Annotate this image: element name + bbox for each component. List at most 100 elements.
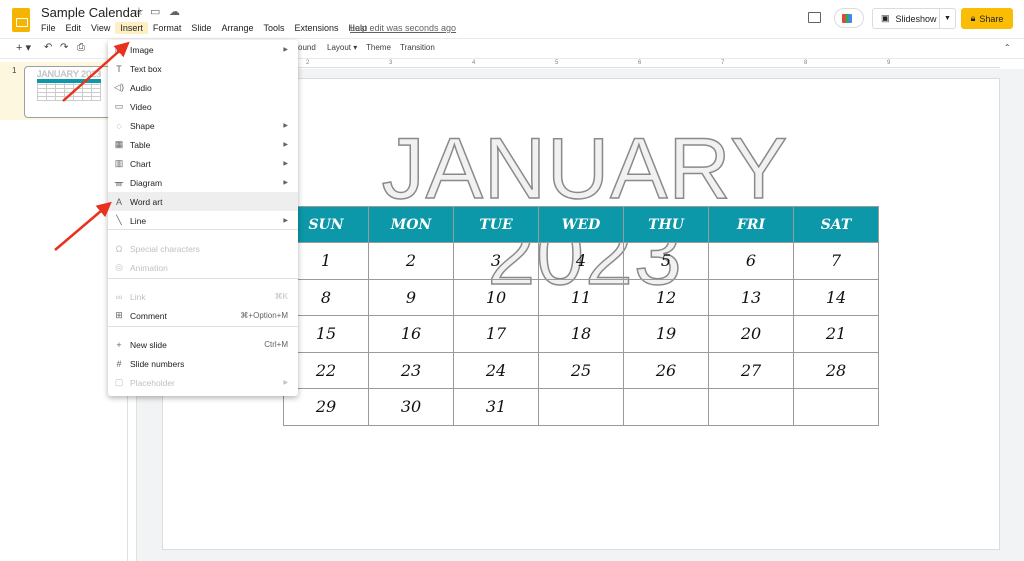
date-cell[interactable] <box>708 388 794 426</box>
calendar-table[interactable]: SUN MON TUE WED THU FRI SAT 1 2 3 4 5 6 7 8 9 10 11 12 13 14… <box>283 206 879 426</box>
layout-button[interactable]: Layout ▾ <box>327 43 357 52</box>
slide-thumbnail[interactable]: JANUARY 2023 <box>24 66 116 118</box>
menu-item-text-box[interactable]: T Text box <box>108 59 298 78</box>
menubar: File Edit View Insert Format Slide Arrange Tool… <box>36 22 372 34</box>
date-cell[interactable]: 10 <box>453 278 539 316</box>
date-cell[interactable]: 26 <box>623 351 709 389</box>
menu-item-diagram[interactable]: ᚃ Diagram ▶ <box>108 173 298 192</box>
print-icon[interactable]: ⎙ <box>77 42 85 53</box>
date-cell[interactable]: 3 <box>453 242 539 280</box>
undo-icon[interactable]: ↶ <box>44 42 52 53</box>
week-row: 1234567 <box>283 242 879 280</box>
date-cell[interactable]: 6 <box>708 242 794 280</box>
menu-arrange[interactable]: Arrange <box>216 22 258 34</box>
theme-button[interactable]: Theme <box>366 43 391 52</box>
new-slide-icon[interactable]: + ▾ <box>16 41 31 54</box>
comment-history-icon[interactable] <box>808 12 821 23</box>
submenu-arrow-icon: ▶ <box>283 180 288 186</box>
week-row: 15 16 17 18 19 20 21 <box>283 315 879 353</box>
comment-icon: ⊞ <box>115 310 123 320</box>
submenu-arrow-icon: ▶ <box>283 380 288 386</box>
date-cell[interactable]: 7 <box>793 242 879 280</box>
slides-logo[interactable] <box>12 8 30 32</box>
date-cell[interactable]: 13 <box>708 278 794 316</box>
move-folder-icon[interactable]: ▭ <box>150 5 160 18</box>
menu-slide[interactable]: Slide <box>186 22 216 34</box>
ruler-mark: 6 <box>638 60 642 66</box>
date-cell[interactable] <box>538 388 624 426</box>
menu-file[interactable]: File <box>36 22 61 34</box>
star-icon[interactable]: ☆ <box>134 5 144 18</box>
thumbnail-grid <box>37 83 101 101</box>
week-row: 8 9 10 11 12 13 14 <box>283 278 879 316</box>
menu-tools[interactable]: Tools <box>258 22 289 34</box>
slide-number: 1 <box>12 66 17 75</box>
menu-item-table[interactable]: ▦ Table ▶ <box>108 135 298 154</box>
ruler-mark: 7 <box>721 60 725 66</box>
date-cell[interactable]: 23 <box>368 351 454 389</box>
date-cell[interactable]: 16 <box>368 315 454 353</box>
date-cell[interactable]: 31 <box>453 388 539 426</box>
menu-item-image[interactable]: ▣ Image ▶ <box>108 40 298 59</box>
menu-item-shape[interactable]: ◌ Shape ▶ <box>108 116 298 135</box>
date-cell[interactable]: 2 <box>368 242 454 280</box>
date-cell[interactable]: 11 <box>538 278 624 316</box>
background-button[interactable]: ound <box>298 43 316 52</box>
last-edit-link[interactable]: Last edit was seconds ago <box>350 23 456 33</box>
menu-item-label: Placeholder <box>130 377 175 388</box>
submenu-arrow-icon: ▶ <box>283 142 288 148</box>
menu-item-new-slide[interactable]: + New slide Ctrl+M <box>108 335 298 354</box>
share-button[interactable]: 🔒︎ Share <box>961 8 1013 29</box>
redo-icon[interactable]: ↷ <box>60 42 68 53</box>
slideshow-button[interactable]: ▣ Slideshow ▼ <box>872 8 956 29</box>
menu-item-label: Slide numbers <box>130 358 185 369</box>
date-cell[interactable]: 4 <box>538 242 624 280</box>
cloud-status-icon[interactable]: ☁ <box>169 5 180 18</box>
date-cell[interactable]: 12 <box>623 278 709 316</box>
slideshow-label: Slideshow <box>895 13 937 24</box>
transition-button[interactable]: Transition <box>400 43 435 52</box>
menu-item-label: Link <box>130 291 146 302</box>
date-cell[interactable]: 21 <box>793 315 879 353</box>
date-cell[interactable]: 25 <box>538 351 624 389</box>
ruler-mark: 8 <box>804 60 808 66</box>
animation-icon: ◎ <box>115 262 123 272</box>
date-cell[interactable] <box>793 388 879 426</box>
slideshow-dropdown[interactable]: ▼ <box>939 9 955 28</box>
date-cell[interactable]: 14 <box>793 278 879 316</box>
date-cell[interactable]: 20 <box>708 315 794 353</box>
menu-item-chart[interactable]: ▥ Chart ▶ <box>108 154 298 173</box>
menu-insert[interactable]: Insert <box>115 22 148 34</box>
meet-button[interactable] <box>834 8 864 28</box>
table-icon: ▦ <box>114 139 124 149</box>
date-cell[interactable]: 18 <box>538 315 624 353</box>
menu-item-audio[interactable]: ◁) Audio <box>108 78 298 97</box>
menu-item-video[interactable]: ▭ Video <box>108 97 298 116</box>
day-header: MON <box>368 206 454 243</box>
menu-extensions[interactable]: Extensions <box>289 22 343 34</box>
date-cell[interactable]: 24 <box>453 351 539 389</box>
collapse-toolbar-icon[interactable]: ⌃ <box>1004 43 1011 52</box>
date-cell[interactable]: 19 <box>623 315 709 353</box>
date-cell[interactable]: 17 <box>453 315 539 353</box>
date-cell[interactable]: 30 <box>368 388 454 426</box>
date-cell[interactable] <box>623 388 709 426</box>
menu-edit[interactable]: Edit <box>61 22 87 34</box>
document-title[interactable]: Sample Calendar <box>41 5 141 20</box>
menu-view[interactable]: View <box>86 22 115 34</box>
menu-item-link: ∞ Link ⌘K <box>108 287 298 306</box>
menu-item-label: Image <box>130 44 154 55</box>
menu-format[interactable]: Format <box>148 22 187 34</box>
menu-item-slide-numbers[interactable]: # Slide numbers <box>108 354 298 373</box>
menu-item-comment[interactable]: ⊞ Comment ⌘+Option+M <box>108 306 298 325</box>
menu-item-word-art[interactable]: A Word art <box>108 192 298 211</box>
date-cell[interactable]: 27 <box>708 351 794 389</box>
submenu-arrow-icon: ▶ <box>283 123 288 129</box>
date-cell[interactable]: 28 <box>793 351 879 389</box>
video-icon: ▭ <box>114 101 124 111</box>
ruler-mark: 3 <box>389 60 393 66</box>
date-cell[interactable]: 9 <box>368 278 454 316</box>
menu-item-line[interactable]: ╲ Line ▶ <box>108 211 298 230</box>
ruler-mark: 2 <box>306 60 310 66</box>
date-cell[interactable]: 5 <box>623 242 709 280</box>
